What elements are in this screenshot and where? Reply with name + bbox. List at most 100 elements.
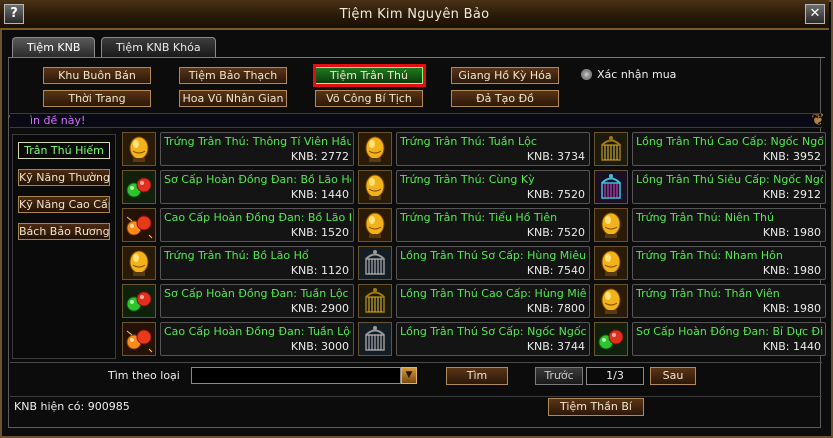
orange-pill-icon[interactable] xyxy=(122,208,156,242)
notice-bar: ìn đề này! xyxy=(10,113,822,128)
shop-item[interactable]: Lồng Trân Thú Siêu Cấp: Ngốc Ngốc KNB: 29… xyxy=(594,170,826,204)
shop-item[interactable]: Trứng Trân Thú: Niên Thú KNB: 1980 xyxy=(594,208,826,242)
egg-icon[interactable] xyxy=(594,284,628,318)
item-info[interactable]: Trứng Trân Thú: Thần Viên KNB: 1980 xyxy=(632,284,826,318)
sidebar-item-rare-pets[interactable]: Trân Thú Hiếm xyxy=(18,142,110,159)
egg-icon[interactable] xyxy=(122,246,156,280)
chevron-down-icon[interactable]: ▼ xyxy=(401,367,417,384)
cat-jianghu-goods-button[interactable]: Giang Hồ Kỳ Hóa xyxy=(451,67,559,84)
shop-item[interactable]: Trứng Trân Thú: Tuần Lộc KNB: 3734 xyxy=(358,132,590,166)
item-info[interactable]: Lồng Trân Thú Siêu Cấp: Ngốc Ngốc KNB: 29… xyxy=(632,170,826,204)
item-info[interactable]: Sơ Cấp Hoàn Đồng Đan: Tuần Lộc KNB: 2900 xyxy=(160,284,354,318)
orange-pill-icon[interactable] xyxy=(122,322,156,356)
shop-item[interactable]: Sơ Cấp Hoàn Đồng Đan: Tuần Lộc KNB: 2900 xyxy=(122,284,354,318)
window-title: Tiệm Kim Nguyên Bảo xyxy=(339,7,490,22)
cat-trade-area-button[interactable]: Khu Buôn Bán xyxy=(43,67,151,84)
shop-item[interactable]: Trứng Trân Thú: Thần Viên KNB: 1980 xyxy=(594,284,826,318)
tab-knb-locked[interactable]: Tiệm KNB Khóa xyxy=(101,37,216,57)
close-button[interactable]: ✕ xyxy=(805,4,825,24)
egg-icon[interactable] xyxy=(594,246,628,280)
item-info[interactable]: Trứng Trân Thú: Cùng Kỳ KNB: 7520 xyxy=(396,170,590,204)
item-info[interactable]: Cao Cấp Hoàn Đồng Đan: Tuần Lộc KNB: 3000 xyxy=(160,322,354,356)
egg-icon[interactable] xyxy=(358,170,392,204)
mystery-shop-button[interactable]: Tiệm Thần Bí xyxy=(548,398,644,416)
shop-item[interactable]: Trứng Trân Thú: Bồ Lão Hổ KNB: 1120 xyxy=(122,246,354,280)
green-pill-icon[interactable] xyxy=(122,170,156,204)
egg-icon[interactable] xyxy=(358,208,392,242)
item-info[interactable]: Sơ Cấp Hoàn Đồng Đan: Bồ Lão Hổ KNB: 1440 xyxy=(160,170,354,204)
cat-fashion-button[interactable]: Thời Trang xyxy=(43,90,151,107)
silver-cage-icon[interactable] xyxy=(358,246,392,280)
shop-item[interactable]: Cao Cấp Hoàn Đồng Đan: Tuần Lộc KNB: 3000 xyxy=(122,322,354,356)
item-info[interactable]: Trứng Trân Thú: Bồ Lão Hổ KNB: 1120 xyxy=(160,246,354,280)
tab-knb[interactable]: Tiệm KNB xyxy=(12,37,96,57)
item-price: KNB: 7520 xyxy=(526,188,585,201)
shop-item[interactable]: Trứng Trân Thú: Thông Tí Viên Hầu KNB: 27… xyxy=(122,132,354,166)
item-info[interactable]: Trứng Trân Thú: Tiểu Hồ Tiên KNB: 7520 xyxy=(396,208,590,242)
selected-category-highlight xyxy=(313,64,426,87)
item-price: KNB: 3952 xyxy=(762,150,821,163)
shop-item[interactable]: Sơ Cấp Hoàn Đồng Đan: Bỉ Dực Điểu KNB: 14… xyxy=(594,322,826,356)
shop-item[interactable]: Lồng Trân Thú Cao Cấp: Ngốc Ngốc KNB: 395… xyxy=(594,132,826,166)
item-name: Cao Cấp Hoàn Đồng Đan: Bồ Lão Hổ xyxy=(164,211,351,224)
egg-icon[interactable] xyxy=(358,132,392,166)
cat-gem-shop-button[interactable]: Tiệm Bảo Thạch xyxy=(179,67,287,84)
item-name: Cao Cấp Hoàn Đồng Đan: Tuần Lộc xyxy=(164,325,351,338)
item-info[interactable]: Cao Cấp Hoàn Đồng Đan: Bồ Lão Hổ KNB: 152… xyxy=(160,208,354,242)
item-name: Trứng Trân Thú: Tiểu Hồ Tiên xyxy=(400,211,558,224)
notice-text: ìn đề này! xyxy=(30,114,86,127)
item-name: Sơ Cấp Hoàn Đồng Đan: Tuần Lộc xyxy=(164,287,349,300)
item-info[interactable]: Trứng Trân Thú: Thông Tí Viên Hầu KNB: 27… xyxy=(160,132,354,166)
cat-martial-books-button[interactable]: Võ Công Bí Tịch xyxy=(315,90,423,107)
gold-cage-icon[interactable] xyxy=(358,284,392,318)
cat-flower-rain-button[interactable]: Hoa Vũ Nhân Gian xyxy=(179,90,287,107)
item-info[interactable]: Lồng Trân Thú Sơ Cấp: Ngốc Ngốc N KNB: 37… xyxy=(396,322,590,356)
item-info[interactable]: Lồng Trân Thú Cao Cấp: Ngốc Ngốc KNB: 395… xyxy=(632,132,826,166)
shop-item[interactable]: Cao Cấp Hoàn Đồng Đan: Bồ Lão Hổ KNB: 152… xyxy=(122,208,354,242)
silver-cage-icon[interactable] xyxy=(358,322,392,356)
item-info[interactable]: Trứng Trân Thú: Niên Thú KNB: 1980 xyxy=(632,208,826,242)
shop-item[interactable]: Lồng Trân Thú Cao Cấp: Hùng Miêu KNB: 780… xyxy=(358,284,590,318)
shop-item[interactable]: Trứng Trân Thú: Cùng Kỳ KNB: 7520 xyxy=(358,170,590,204)
item-price: KNB: 1440 xyxy=(762,340,821,353)
egg-icon[interactable] xyxy=(122,132,156,166)
next-page-button[interactable]: Sau xyxy=(650,367,696,385)
green-pill-icon[interactable] xyxy=(122,284,156,318)
item-info[interactable]: Trứng Trân Thú: Nham Hôn KNB: 1980 xyxy=(632,246,826,280)
item-price: KNB: 3000 xyxy=(290,340,349,353)
shop-item[interactable]: Lồng Trân Thú Sơ Cấp: Hùng Miêu KNB: 7540 xyxy=(358,246,590,280)
cat-crafting-button[interactable]: Đả Tạo Đồ xyxy=(451,90,559,107)
sidebar-item-advanced-skills[interactable]: Kỹ Năng Cao Cấp xyxy=(18,196,110,213)
prev-page-button[interactable]: Trước xyxy=(535,367,583,385)
shop-item[interactable]: Trứng Trân Thú: Nham Hôn KNB: 1980 xyxy=(594,246,826,280)
item-info[interactable]: Lồng Trân Thú Cao Cấp: Hùng Miêu KNB: 780… xyxy=(396,284,590,318)
green-pill-icon[interactable] xyxy=(594,322,628,356)
item-price: KNB: 1520 xyxy=(290,226,349,239)
item-name: Lồng Trân Thú Siêu Cấp: Ngốc Ngốc xyxy=(636,173,823,186)
gold-cage-icon[interactable] xyxy=(594,132,628,166)
shop-item[interactable]: Trứng Trân Thú: Tiểu Hồ Tiên KNB: 7520 xyxy=(358,208,590,242)
status-bar xyxy=(10,396,822,418)
filter-select[interactable] xyxy=(191,367,401,384)
shop-item[interactable]: Sơ Cấp Hoàn Đồng Đan: Bồ Lão Hổ KNB: 1440 xyxy=(122,170,354,204)
item-price: KNB: 1980 xyxy=(762,302,821,315)
item-info[interactable]: Lồng Trân Thú Sơ Cấp: Hùng Miêu KNB: 7540 xyxy=(396,246,590,280)
confirm-purchase-radio[interactable] xyxy=(581,69,592,80)
search-button[interactable]: Tìm xyxy=(446,367,508,385)
rainbow-cage-icon[interactable] xyxy=(594,170,628,204)
sidebar-item-normal-skills[interactable]: Kỹ Năng Thường xyxy=(18,169,110,186)
item-price: KNB: 1120 xyxy=(290,264,349,277)
item-info[interactable]: Sơ Cấp Hoàn Đồng Đan: Bỉ Dực Điểu KNB: 14… xyxy=(632,322,826,356)
item-name: Lồng Trân Thú Sơ Cấp: Hùng Miêu xyxy=(400,249,587,262)
knb-balance: KNB hiện có: 900985 xyxy=(14,400,130,413)
sidebar-item-treasure-chest[interactable]: Bách Bảo Rương xyxy=(18,223,110,240)
item-name: Trứng Trân Thú: Niên Thú xyxy=(636,211,774,224)
shop-item[interactable]: Lồng Trân Thú Sơ Cấp: Ngốc Ngốc N KNB: 37… xyxy=(358,322,590,356)
item-name: Lồng Trân Thú Cao Cấp: Ngốc Ngốc xyxy=(636,135,823,148)
item-info[interactable]: Trứng Trân Thú: Tuần Lộc KNB: 3734 xyxy=(396,132,590,166)
item-price: KNB: 1440 xyxy=(290,188,349,201)
subcategory-sidebar xyxy=(12,134,116,359)
egg-icon[interactable] xyxy=(594,208,628,242)
item-name: Trứng Trân Thú: Tuần Lộc xyxy=(400,135,537,148)
title-bar[interactable]: ? Tiệm Kim Nguyên Bảo ✕ xyxy=(0,0,829,30)
